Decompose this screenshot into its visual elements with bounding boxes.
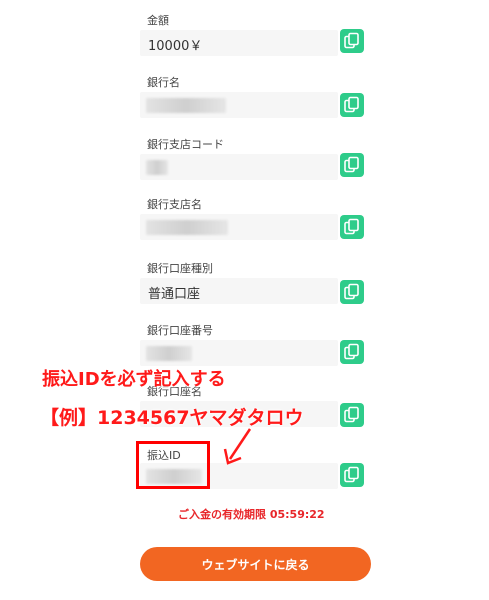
copy-icon	[344, 466, 359, 483]
copy-button[interactable]	[340, 403, 364, 427]
field-value: 普通口座	[148, 287, 201, 302]
field-label: 銀行支店名	[147, 198, 202, 211]
field-value-box: 普通口座	[140, 278, 338, 304]
field-value-box	[140, 92, 338, 118]
copy-button[interactable]	[340, 463, 364, 487]
copy-button[interactable]	[340, 93, 364, 117]
redacted-value	[146, 220, 228, 235]
field-label: 金額	[147, 14, 169, 27]
redacted-value	[146, 346, 192, 361]
copy-button[interactable]	[340, 153, 364, 177]
field-label: 銀行支店コード	[147, 138, 224, 151]
copy-button[interactable]	[340, 215, 364, 239]
field-value-box: 10000￥	[140, 30, 338, 56]
copy-button[interactable]	[340, 340, 364, 364]
copy-icon	[344, 156, 359, 173]
copy-button[interactable]	[340, 280, 364, 304]
back-to-website-button[interactable]: ウェブサイトに戻る	[140, 547, 371, 581]
copy-icon	[344, 218, 359, 235]
copy-icon	[344, 32, 359, 49]
arrow-down-left-icon	[223, 428, 252, 465]
field-label: 銀行口座種別	[147, 262, 213, 275]
field-value-box	[140, 340, 338, 366]
copy-button[interactable]	[340, 29, 364, 53]
annotation-example: 【例】1234567ヤマダタロウ	[40, 407, 304, 429]
field-value-box	[140, 154, 338, 180]
field-label: 銀行名	[147, 76, 180, 89]
redacted-value	[146, 98, 226, 113]
field-value-box	[140, 214, 338, 240]
copy-icon	[344, 406, 359, 423]
copy-icon	[344, 343, 359, 360]
redacted-value	[146, 160, 168, 175]
copy-icon	[344, 96, 359, 113]
annotation-instruction: 振込IDを必ず記入する	[42, 369, 226, 390]
highlight-box	[136, 441, 210, 489]
copy-icon	[344, 283, 359, 300]
field-label: 銀行口座番号	[147, 324, 213, 337]
expiry-text: ご入金の有効期限 05:59:22	[178, 508, 325, 521]
field-value: 10000￥	[148, 39, 203, 54]
